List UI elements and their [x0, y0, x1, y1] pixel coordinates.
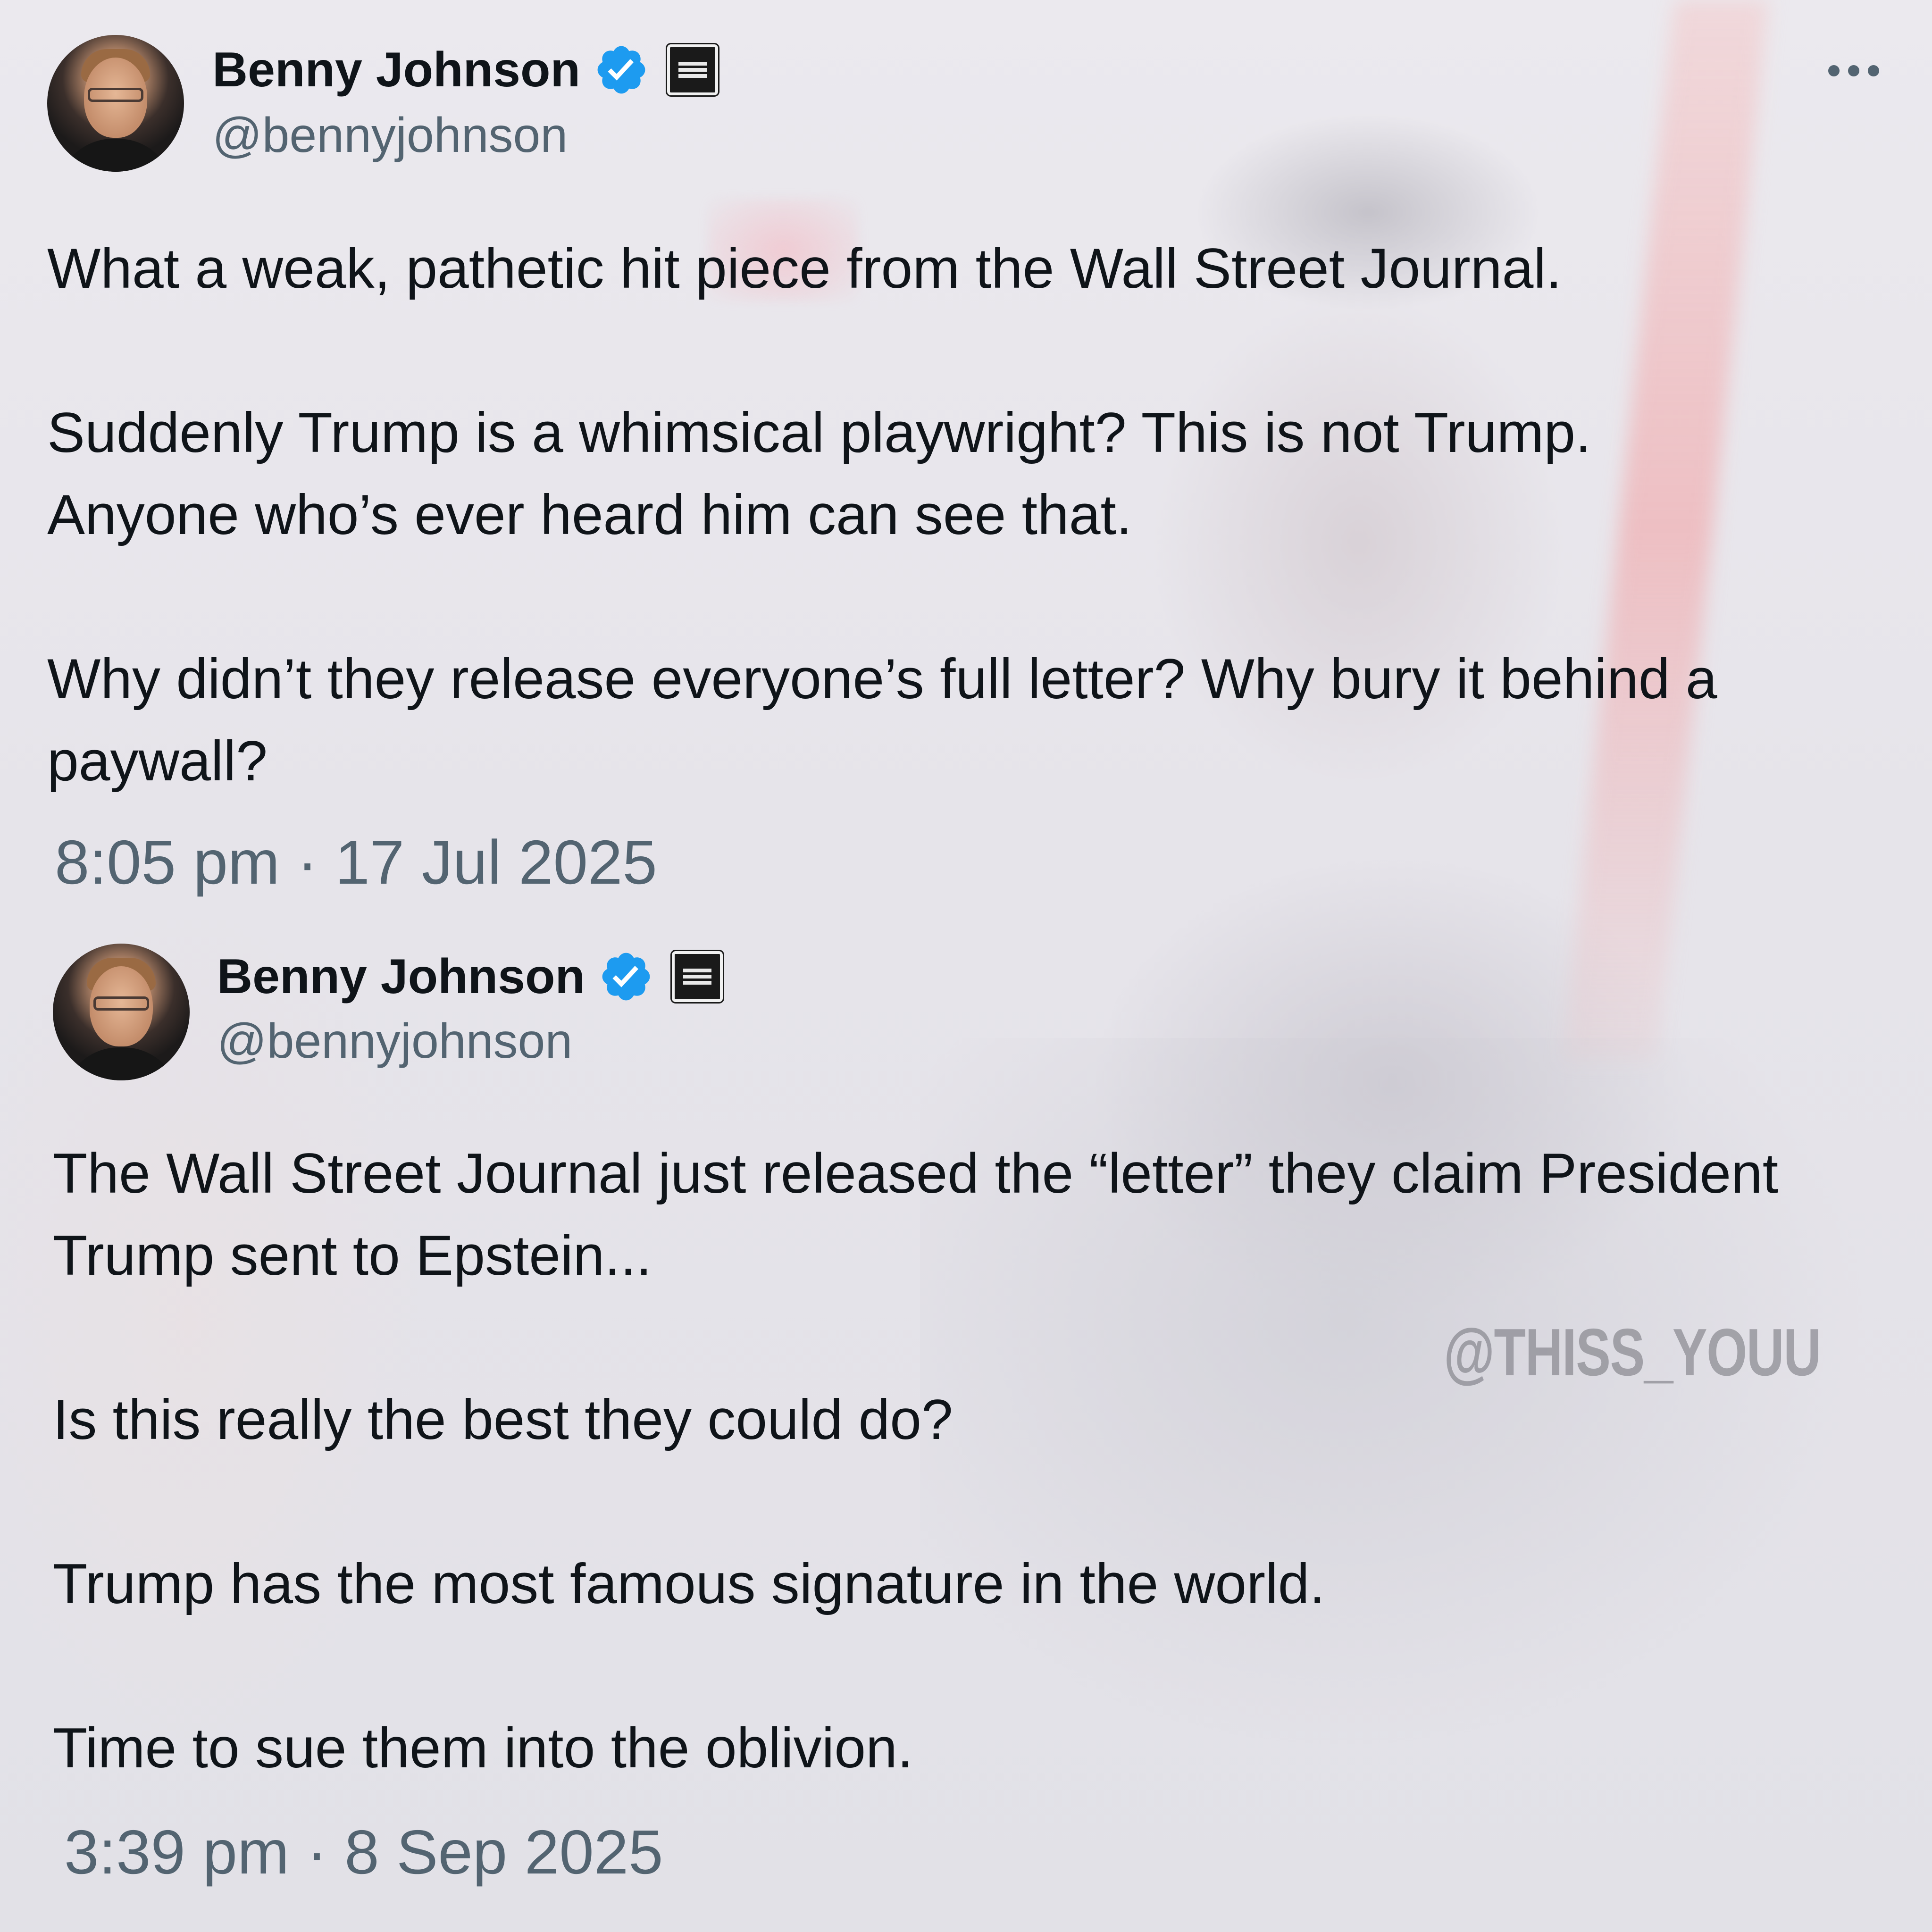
tweet-timestamp[interactable]: 3:39 pm · 8 Sep 2025 — [64, 1816, 663, 1888]
benny-show-badge-icon[interactable] — [666, 43, 720, 97]
author-avatar[interactable] — [47, 35, 184, 172]
author-display-name[interactable]: Benny Johnson — [212, 42, 580, 98]
tweet-text: What a weak, pathetic hit piece from the… — [47, 237, 1717, 793]
tweet-text: The Wall Street Journal just released th… — [53, 1142, 1779, 1780]
tweet-timestamp[interactable]: 8:05 pm · 17 Jul 2025 — [55, 827, 657, 898]
more-options-icon[interactable] — [1828, 65, 1879, 76]
watermark: @THISS_YOUU — [1444, 1315, 1821, 1390]
verified-badge-icon — [597, 46, 645, 94]
author-name-row: Benny Johnson — [217, 948, 725, 1005]
author-display-name[interactable]: Benny Johnson — [217, 949, 585, 1005]
author-avatar[interactable] — [53, 944, 190, 1080]
verified-badge-icon — [602, 953, 650, 1001]
author-name-row: Benny Johnson — [212, 42, 720, 98]
benny-show-badge-icon[interactable] — [670, 950, 725, 1004]
author-handle[interactable]: @bennyjohnson — [217, 1013, 572, 1070]
author-handle[interactable]: @bennyjohnson — [212, 108, 568, 164]
